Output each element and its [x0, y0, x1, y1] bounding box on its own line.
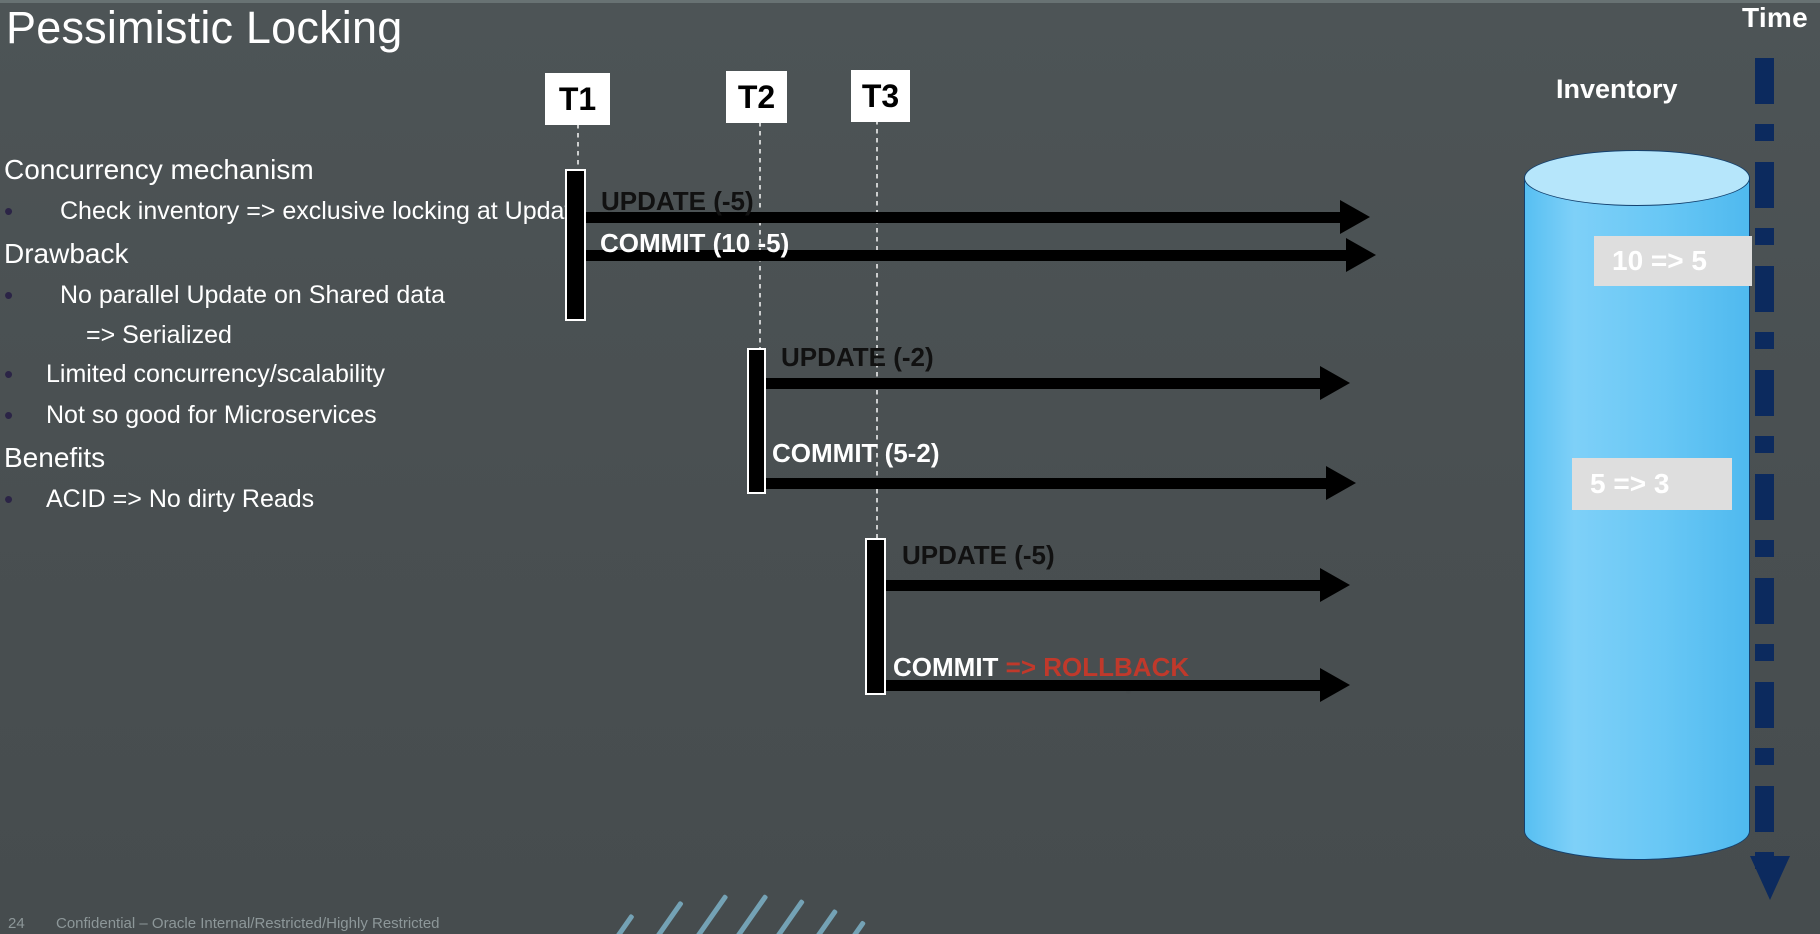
message-t1-update: UPDATE (-5): [601, 186, 754, 216]
transaction-label-t3: T3: [861, 77, 900, 114]
message-t1-commit: COMMIT (10 -5): [600, 228, 790, 258]
list-item: • Not so good for Microservices: [0, 395, 640, 436]
list-item: • No parallel Update on Shared data: [0, 275, 640, 316]
transaction-box-t3[interactable]: T3: [851, 70, 910, 122]
list-item: • Check inventory => exclusive locking a…: [0, 191, 640, 232]
message-t3-rollback-text: => ROLLBACK: [1005, 652, 1190, 682]
message-t2-update: UPDATE (-2): [781, 342, 934, 372]
list-item: • Limited concurrency/scalability: [0, 354, 640, 395]
time-tick: [1755, 266, 1774, 312]
transaction-box-t2[interactable]: T2: [726, 71, 787, 123]
arrow-head-t3-update: [1320, 568, 1350, 602]
footer-confidentiality: Confidential – Oracle Internal/Restricte…: [56, 915, 440, 932]
bullet-dot-icon: •: [4, 484, 14, 514]
heading-concurrency: Concurrency mechanism: [4, 154, 314, 185]
activation-bar-t1: [565, 169, 586, 321]
time-tick: [1755, 162, 1774, 208]
transaction-label-t1: T1: [558, 80, 597, 117]
lifeline-t3: [876, 120, 878, 540]
inventory-label: Inventory: [1556, 74, 1678, 104]
bullet-check-inventory: Check inventory => exclusive locking at …: [60, 197, 586, 225]
bullet-acid-no-dirty-reads: ACID => No dirty Reads: [46, 485, 315, 513]
arrow-head-t2-commit: [1326, 466, 1356, 500]
activation-bar-t2: [747, 348, 766, 494]
inventory-badge-2: 5 => 3: [1572, 458, 1732, 510]
message-t3-update: UPDATE (-5): [902, 540, 1055, 570]
arrow-head-t3-commit: [1320, 668, 1350, 702]
content-bullets: Concurrency mechanism • Check inventory …: [0, 148, 640, 520]
time-tick: [1755, 578, 1774, 624]
transaction-box-t1[interactable]: T1: [545, 73, 610, 125]
time-tick: [1755, 786, 1774, 832]
bullet-no-parallel-update: No parallel Update on Shared data: [60, 281, 445, 309]
arrow-line-t2-commit: [766, 478, 1332, 489]
bullet-dot-icon: •: [4, 196, 14, 226]
transaction-label-t2: T2: [737, 78, 776, 115]
bullet-dot-icon: •: [4, 400, 14, 430]
time-arrow-icon: [1750, 856, 1790, 900]
heading-benefits: Benefits: [4, 442, 106, 473]
time-tick: [1755, 748, 1774, 765]
list-item: • ACID => No dirty Reads: [0, 479, 640, 520]
arrow-line-t3-update: [886, 580, 1326, 591]
cylinder-top-ellipse: [1524, 150, 1750, 206]
inventory-badge-1-text: 10 => 5: [1612, 245, 1707, 276]
time-tick: [1755, 682, 1774, 728]
arrow-head-t1-update: [1340, 200, 1370, 234]
bullet-dot-icon: •: [4, 280, 14, 310]
inventory-badge-1: 10 => 5: [1594, 236, 1752, 286]
arrow-line-t2-update: [766, 378, 1326, 389]
bullet-microservices: Not so good for Microservices: [46, 401, 377, 429]
time-axis-label: Time: [1741, 2, 1808, 33]
footer-page-number: 24: [8, 915, 25, 932]
time-tick: [1755, 58, 1774, 104]
time-tick: [1755, 124, 1774, 141]
time-tick: [1755, 540, 1774, 557]
arrow-head-t1-commit: [1346, 238, 1376, 272]
arrow-head-t2-update: [1320, 366, 1350, 400]
inventory-badge-2-text: 5 => 3: [1590, 468, 1670, 499]
bullet-limited-concurrency: Limited concurrency/scalability: [46, 360, 386, 388]
slide-canvas: Pessimistic Locking Concurrency mechanis…: [0, 0, 1820, 934]
time-axis: [1754, 58, 1776, 869]
time-tick: [1755, 228, 1774, 245]
activation-bar-t3: [865, 538, 886, 695]
time-tick: [1755, 332, 1774, 349]
cylinder-bottom: [1524, 802, 1750, 860]
bullet-serialized-text: => Serialized: [86, 321, 232, 349]
message-t3-commit: COMMIT => ROLLBACK: [893, 652, 1189, 683]
heading-drawback: Drawback: [4, 238, 129, 269]
time-tick: [1755, 370, 1774, 416]
message-t3-commit-text: COMMIT: [893, 652, 1006, 682]
time-tick: [1755, 436, 1774, 453]
bullet-dot-icon: •: [4, 359, 14, 389]
time-tick: [1755, 644, 1774, 661]
message-t2-commit: COMMIT (5-2): [772, 438, 940, 468]
decorative-slashes: [610, 878, 870, 934]
bullet-serialized-subline: => Serialized: [0, 316, 640, 354]
page-title: Pessimistic Locking: [6, 2, 403, 53]
time-tick: [1755, 474, 1774, 520]
